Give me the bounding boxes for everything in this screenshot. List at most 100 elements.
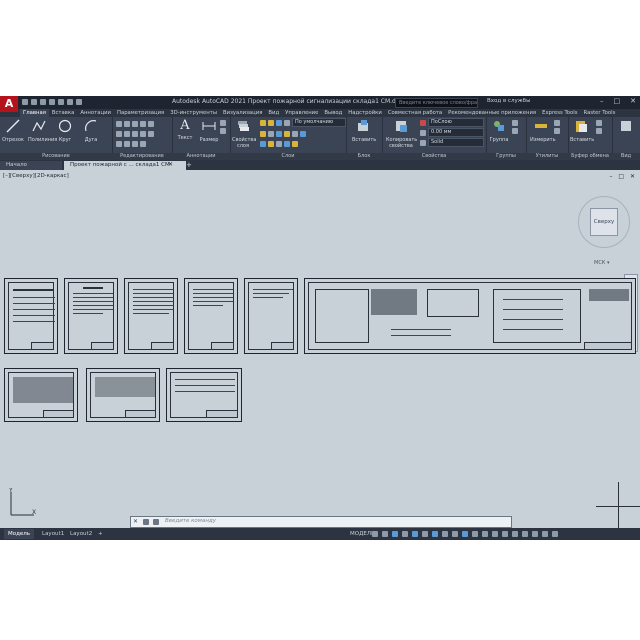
layer-tool-icon[interactable] — [292, 140, 298, 147]
mirror-icon[interactable] — [124, 130, 130, 137]
close-tab-icon[interactable]: ✕ — [168, 161, 173, 168]
polyline-button[interactable]: Полилиния — [28, 119, 57, 143]
new-tab-icon[interactable]: + — [186, 161, 192, 169]
extend-icon[interactable] — [132, 140, 138, 147]
viewport-label[interactable]: [–][Сверху][2D-каркас] — [3, 173, 69, 179]
offset-icon[interactable] — [140, 130, 146, 137]
dynamic-input-icon[interactable] — [432, 531, 438, 537]
properties-panel-title[interactable]: Свойства — [382, 153, 486, 160]
workspace-icon[interactable] — [482, 531, 488, 537]
tab-express-tools[interactable]: Express Tools — [539, 109, 580, 117]
tab-model[interactable]: Модель — [4, 529, 35, 539]
line-button[interactable]: Отрезок — [2, 119, 24, 143]
trim-icon[interactable] — [132, 120, 138, 127]
layer-thaw-icon[interactable] — [268, 119, 274, 126]
match-properties-button[interactable]: Копировать свойства — [386, 119, 417, 149]
layer-tool-icon[interactable] — [284, 130, 290, 137]
maximize-button[interactable]: □ — [614, 97, 621, 105]
fillet-icon[interactable] — [132, 130, 138, 137]
tab-visualize[interactable]: Визуализация — [220, 109, 265, 117]
customize-icon[interactable] — [552, 531, 558, 537]
command-close-icon[interactable]: ✕ — [133, 518, 138, 525]
drawing-area[interactable]: [–][Сверху][2D-каркас] – □ ✕ Сверху МСК … — [0, 170, 640, 528]
annotation-panel-title[interactable]: Аннотации — [172, 153, 230, 160]
graphics-icon[interactable] — [532, 531, 538, 537]
selection-cycling-icon[interactable] — [462, 531, 468, 537]
minimize-button[interactable]: – — [600, 97, 604, 105]
tab-3d-tools[interactable]: 3D-инструменты — [167, 109, 220, 117]
command-input[interactable]: Введите команду — [165, 518, 216, 524]
layer-on-icon[interactable] — [260, 119, 266, 126]
insert-block-button[interactable]: Вставить — [352, 119, 376, 143]
tab-raster-tools[interactable]: Raster Tools — [581, 109, 619, 117]
layer-tool-icon[interactable] — [268, 140, 274, 147]
tab-featured-apps[interactable]: Рекомендованные приложения — [445, 109, 539, 117]
tab-annotate[interactable]: Аннотации — [77, 109, 114, 117]
clipboard-panel-title[interactable]: Буфер обмена — [568, 153, 612, 160]
tab-insert[interactable]: Вставка — [49, 109, 77, 117]
close-button[interactable]: ✕ — [630, 97, 636, 105]
tab-parametric[interactable]: Параметризация — [114, 109, 167, 117]
layer-tool-icon[interactable] — [268, 130, 274, 137]
otrack-icon[interactable] — [422, 531, 428, 537]
units-icon[interactable] — [502, 531, 508, 537]
group-button[interactable]: Группа — [488, 119, 510, 143]
view-panel-title[interactable]: Вид — [612, 153, 640, 160]
tab-view[interactable]: Вид — [265, 109, 282, 117]
tab-addins[interactable]: Надстройки — [345, 109, 385, 117]
new-layout-icon[interactable]: + — [94, 529, 107, 539]
layer-tool-icon[interactable] — [292, 130, 298, 137]
explode-icon[interactable] — [148, 120, 154, 127]
layers-panel-title[interactable]: Слои — [230, 153, 346, 160]
tab-manage[interactable]: Управление — [282, 109, 321, 117]
linetype-combo[interactable]: Solid — [428, 138, 484, 147]
select-all-icon[interactable] — [554, 128, 560, 134]
plot-icon[interactable] — [58, 99, 64, 105]
drawing-sheet[interactable] — [64, 278, 118, 354]
save-as-icon[interactable] — [49, 99, 55, 105]
tab-output[interactable]: Вывод — [321, 109, 345, 117]
scale-icon[interactable] — [124, 140, 130, 147]
layer-tool-icon[interactable] — [276, 140, 282, 147]
cut-icon[interactable] — [596, 120, 602, 126]
utilities-panel-title[interactable]: Утилиты — [526, 153, 568, 160]
new-icon[interactable] — [22, 99, 28, 105]
drawing-sheet[interactable] — [4, 368, 78, 422]
stretch-icon[interactable] — [116, 140, 122, 147]
osnap-icon[interactable] — [412, 531, 418, 537]
redo-icon[interactable] — [76, 99, 82, 105]
grid-icon[interactable] — [372, 531, 378, 537]
draw-panel-title[interactable]: Рисование — [0, 153, 112, 160]
lineweight-combo[interactable]: 0.00 мм — [428, 128, 484, 137]
calculator-icon[interactable] — [554, 120, 560, 126]
isolate-icon[interactable] — [522, 531, 528, 537]
viewport-controls[interactable]: – □ ✕ — [609, 173, 637, 180]
command-wrench-icon[interactable] — [143, 519, 149, 525]
layer-lock-icon[interactable] — [276, 119, 282, 126]
polar-icon[interactable] — [402, 531, 408, 537]
rotate-icon[interactable] — [124, 120, 130, 127]
view-base-button[interactable] — [615, 119, 637, 137]
arc-button[interactable]: Дуга — [80, 119, 102, 143]
quick-properties-icon[interactable] — [512, 531, 518, 537]
modify-panel-title[interactable]: Редактирование — [112, 153, 172, 160]
groups-panel-title[interactable]: Группы — [486, 153, 526, 160]
drawing-sheet[interactable] — [166, 368, 242, 422]
ortho-icon[interactable] — [392, 531, 398, 537]
move-icon[interactable] — [116, 120, 122, 127]
drawing-sheet[interactable] — [184, 278, 238, 354]
tab-collaborate[interactable]: Совместная работа — [385, 109, 445, 117]
layer-tool-icon[interactable] — [276, 130, 282, 137]
command-history-icon[interactable] — [153, 519, 159, 525]
tab-layout2[interactable]: Layout2 — [66, 529, 96, 539]
signin-button[interactable]: Вход в службы — [487, 98, 530, 104]
layer-tool-icon[interactable] — [284, 140, 290, 147]
measure-button[interactable]: Измерить — [530, 119, 556, 143]
snap-icon[interactable] — [382, 531, 388, 537]
break-icon[interactable] — [140, 140, 146, 147]
layer-color-icon[interactable] — [284, 119, 290, 126]
copy-icon[interactable] — [116, 130, 122, 137]
table-icon[interactable] — [220, 128, 226, 134]
tab-layout1[interactable]: Layout1 — [38, 529, 68, 539]
save-icon[interactable] — [40, 99, 46, 105]
